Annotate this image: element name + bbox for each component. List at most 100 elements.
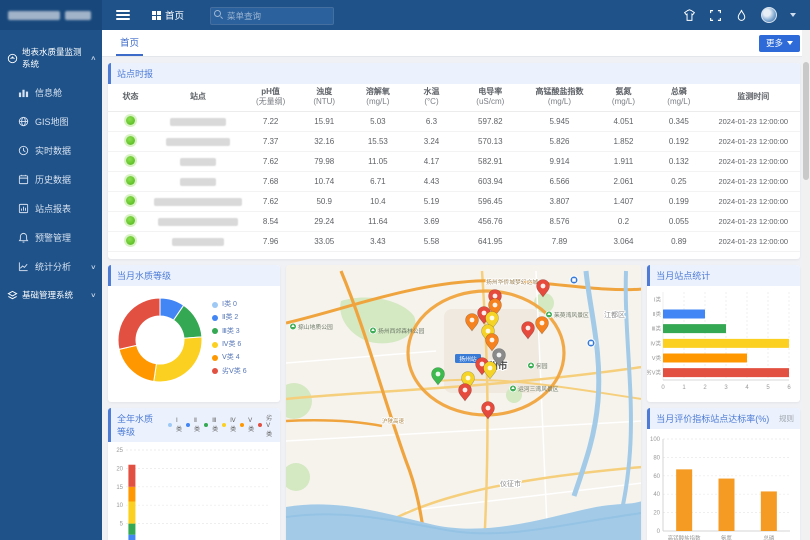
transit-icon[interactable] [570, 276, 578, 284]
svg-text:高锰酸盐指数: 高锰酸盐指数 [668, 534, 702, 540]
legend-label[interactable]: Ⅲ类 [212, 417, 218, 433]
column-header: 溶解氧(mg/L) [350, 84, 405, 111]
sidebar-item-info-hub[interactable]: 信息舱 [0, 78, 102, 107]
svg-text:40: 40 [654, 492, 661, 498]
legend-item[interactable]: Ⅴ类 4 [212, 351, 247, 364]
legend-label[interactable]: Ⅱ类 [194, 417, 200, 433]
theme-icon[interactable] [683, 9, 696, 22]
time-cell: 2024-01-23 12:00:00 [707, 151, 800, 171]
donut-legend: Ⅰ类 0Ⅱ类 2Ⅲ类 3Ⅳ类 6Ⅴ类 4劣Ⅴ类 6 [212, 298, 247, 378]
transit-icon[interactable] [587, 339, 595, 347]
legend-label: Ⅲ类 3 [222, 325, 240, 338]
panel-title-text: 当月水质等级 [117, 269, 171, 282]
svg-text:80: 80 [654, 455, 661, 461]
legend-label[interactable]: Ⅳ类 [230, 417, 236, 433]
legend-label[interactable]: Ⅰ类 [176, 417, 182, 433]
sidebar-nav: 地表水质量监测系统∧信息舱GIS地图实时数据历史数据站点报表预警管理统计分析∨基… [0, 30, 102, 309]
logo-redacted-text [8, 11, 60, 20]
table-row[interactable]: 8.5429.2411.643.69456.768.5760.20.055202… [108, 211, 800, 231]
legend-label[interactable]: 劣Ⅴ类 [266, 413, 274, 438]
svg-text:6: 6 [788, 385, 792, 391]
user-avatar[interactable] [761, 7, 777, 23]
value-cell: 11.05 [350, 151, 405, 171]
value-cell: 2.061 [596, 171, 651, 191]
fullscreen-icon[interactable] [709, 9, 722, 22]
map-panel[interactable]: 扬州市江都区仪征市扬州西郊森林公园捺山地质公园茱萸湾风景区何园运河三湾风景区扬州… [286, 265, 641, 540]
breadcrumb[interactable]: 首页 [152, 8, 184, 22]
sidebar-item-alert-management[interactable]: 预警管理 [0, 223, 102, 252]
app-logo [0, 0, 102, 30]
stacked-chart-legend: Ⅰ类 Ⅱ类 Ⅲ类 Ⅳ类 Ⅴ类 劣Ⅴ类 [168, 413, 274, 438]
rules-link[interactable]: 规则 [779, 413, 794, 424]
panel-title-text: 当月评价指标站点达标率(%) [656, 412, 769, 425]
value-cell: 3.807 [523, 191, 596, 211]
table-row[interactable]: 7.6250.910.45.19596.453.8071.4070.199202… [108, 191, 800, 211]
legend-item[interactable]: Ⅳ类 6 [212, 338, 247, 351]
value-cell: 7.96 [243, 231, 298, 251]
time-cell: 2024-01-23 12:00:00 [707, 171, 800, 191]
legend-dot [212, 315, 218, 321]
redacted-station-name [180, 178, 216, 186]
dashboard-grid: 当月水质等级 Ⅰ类 0Ⅱ类 2Ⅲ类 3Ⅳ类 6Ⅴ类 4劣Ⅴ类 6 全年水质等级 … [108, 265, 800, 540]
svg-text:3: 3 [725, 385, 729, 391]
legend-item[interactable]: 劣Ⅴ类 6 [212, 365, 247, 378]
legend-label[interactable]: Ⅴ类 [248, 417, 254, 433]
sidebar-item-gis-map[interactable]: GIS地图 [0, 107, 102, 136]
panel-title-monthly-quality: 当月水质等级 [108, 265, 280, 286]
status-cell [108, 131, 153, 151]
legend-dot [212, 355, 218, 361]
value-cell: 1.852 [596, 131, 651, 151]
tabbar: 首页 更多 [102, 30, 810, 57]
sidebar-item-history-data[interactable]: 历史数据 [0, 165, 102, 194]
city-map[interactable]: 扬州市江都区仪征市扬州西郊森林公园捺山地质公园茱萸湾风景区何园运河三湾风景区扬州… [286, 265, 641, 540]
search-input[interactable] [210, 7, 334, 25]
redacted-station-name [170, 118, 226, 126]
svg-text:5: 5 [120, 522, 124, 528]
legend-label: 劣Ⅴ类 6 [222, 365, 247, 378]
realtime-data-icon [18, 145, 29, 156]
station-cell [153, 111, 243, 131]
tab-home[interactable]: 首页 [116, 30, 143, 56]
value-cell: 7.22 [243, 111, 298, 131]
legend-dot [204, 423, 208, 427]
svg-text:运河三湾风景区: 运河三湾风景区 [518, 385, 559, 393]
legend-item[interactable]: Ⅱ类 2 [212, 311, 247, 324]
value-cell: 0.345 [651, 111, 706, 131]
legend-item[interactable]: Ⅰ类 0 [212, 298, 247, 311]
scrollbar-thumb[interactable] [803, 62, 809, 180]
time-cell: 2024-01-23 12:00:00 [707, 211, 800, 231]
sidebar-group-surface-water-monitoring[interactable]: 地表水质量监测系统∧ [0, 38, 102, 78]
map-label-park: 何园 [527, 362, 547, 370]
value-cell: 597.82 [457, 111, 523, 131]
legend-item[interactable]: Ⅲ类 3 [212, 325, 247, 338]
value-cell: 0.055 [651, 211, 706, 231]
column-header: 高锰酸盐指数(mg/L) [523, 84, 596, 111]
flame-icon[interactable] [735, 9, 748, 22]
chevron-down-icon[interactable] [790, 13, 796, 17]
sidebar-group-basic-management[interactable]: 基础管理系统∨ [0, 281, 102, 309]
value-cell: 33.05 [298, 231, 350, 251]
table-row[interactable]: 7.2215.915.036.3597.825.9454.0510.345202… [108, 111, 800, 131]
map-label-district: 仪征市 [500, 479, 521, 488]
legend-label: Ⅳ类 6 [222, 338, 241, 351]
more-button[interactable]: 更多 [759, 35, 800, 52]
svg-text:100: 100 [650, 437, 661, 443]
sidebar-item-station-report[interactable]: 站点报表 [0, 194, 102, 223]
table-row[interactable]: 7.3732.1615.533.24570.135.8261.8520.1922… [108, 131, 800, 151]
table-row[interactable]: 7.6810.746.714.43603.946.5662.0610.25202… [108, 171, 800, 191]
value-cell: 570.13 [457, 131, 523, 151]
svg-text:扬州站: 扬州站 [459, 355, 477, 363]
sidebar-item-realtime-data[interactable]: 实时数据 [0, 136, 102, 165]
chevron-down-icon: ∨ [90, 291, 99, 298]
value-cell: 4.43 [406, 171, 458, 191]
table-row[interactable]: 7.9633.053.435.58641.957.893.0640.892024… [108, 231, 800, 251]
menu-toggle-icon[interactable] [116, 10, 130, 20]
sidebar-item-statistics-analysis[interactable]: 统计分析∨ [0, 252, 102, 281]
station-cell [153, 231, 243, 251]
page-scrollbar[interactable] [802, 30, 810, 540]
table-row[interactable]: 7.6279.9811.054.17582.919.9141.9110.1322… [108, 151, 800, 171]
status-dot-online [126, 196, 135, 205]
status-cell [108, 191, 153, 211]
svg-text:Ⅱ类: Ⅱ类 [653, 310, 662, 318]
value-cell: 5.58 [406, 231, 458, 251]
